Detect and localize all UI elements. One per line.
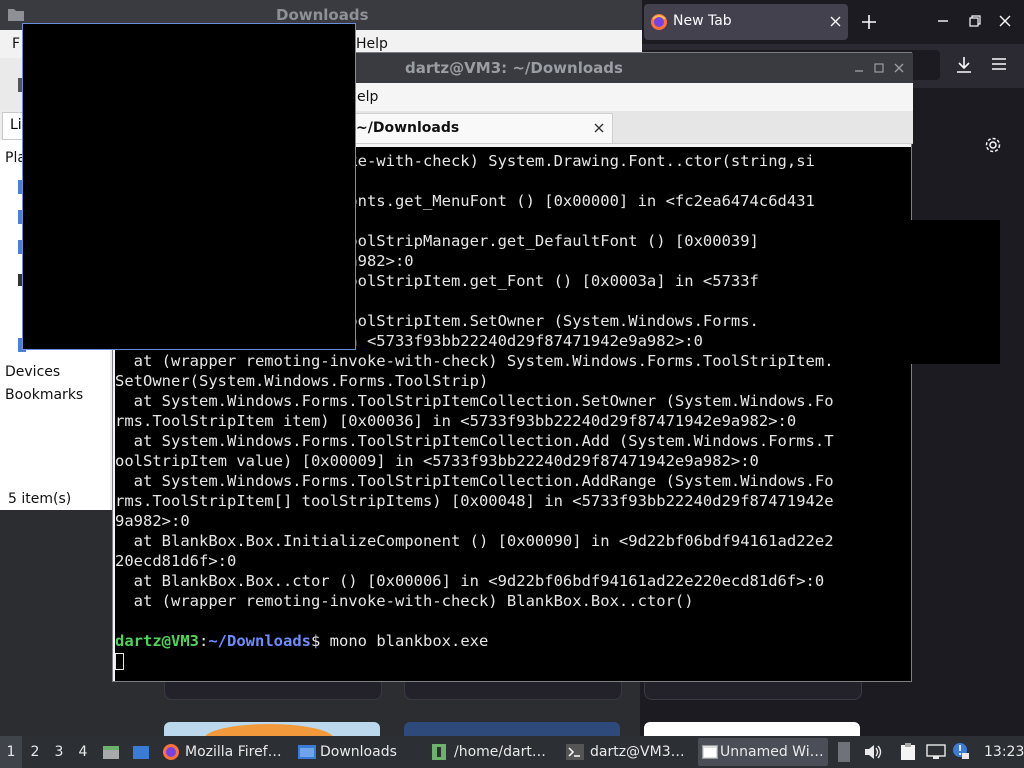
folder-icon (8, 7, 24, 21)
terminal-line: at System.Windows.Forms.ToolStripItemCol… (115, 432, 834, 450)
menu-help[interactable]: Help (356, 36, 388, 52)
firefox-logo-icon (650, 13, 668, 31)
taskbar: 1 2 3 4 Mozilla Firef… Downloads /home/d… (0, 736, 1024, 768)
close-window-icon[interactable] (894, 63, 904, 73)
clipboard-icon[interactable] (900, 743, 916, 761)
shortcut-thumbnail[interactable] (164, 722, 380, 736)
sidebar-item-devices[interactable]: Devices (5, 364, 60, 380)
terminal-line: at (wrapper remoting-invoke-with-check) … (115, 592, 694, 610)
sidebar-item-bookmarks[interactable]: Bookmarks (5, 387, 83, 403)
terminal-line: at BlankBox.Box.InitializeComponent () [… (115, 532, 834, 550)
menu-file[interactable]: F (12, 36, 20, 52)
folder-icon (431, 743, 447, 761)
show-desktop-icon[interactable] (132, 743, 150, 761)
folder-icon (298, 744, 316, 760)
taskbar-item-terminal[interactable]: dartz@VM3… (562, 738, 692, 766)
update-icon[interactable] (952, 742, 970, 760)
terminal-line: rms.ToolStripItem[] toolStripItems) [0x0… (115, 492, 834, 510)
terminal-icon (566, 744, 584, 760)
terminal-line: at System.Windows.Forms.ToolStripItemCol… (115, 472, 834, 490)
workspace-2[interactable]: 2 (24, 736, 46, 768)
menu-help[interactable]: elp (357, 89, 378, 105)
clock: 13:23 (984, 744, 1024, 760)
minimize-icon[interactable] (937, 15, 949, 27)
window-icon (702, 745, 718, 759)
terminal-line: 9a982>:0 (115, 512, 190, 530)
terminal-line: 20ecd81d6f>:0 (115, 552, 237, 570)
firefox-tab-label: New Tab (673, 13, 732, 29)
black-overlay-window[interactable] (880, 220, 1000, 364)
firefox-tabstrip: New Tab (640, 0, 1024, 44)
file-manager-launcher-icon[interactable] (102, 743, 120, 761)
shortcut-thumbnail[interactable] (644, 722, 860, 736)
settings-gear-icon[interactable] (984, 136, 1002, 154)
workspace-4[interactable]: 4 (72, 736, 94, 768)
maximize-icon[interactable] (874, 63, 884, 73)
network-icon[interactable] (926, 744, 946, 760)
terminal-line: at (wrapper remoting-invoke-with-check) … (115, 352, 834, 370)
close-window-icon[interactable] (999, 15, 1011, 27)
status-text: 5 item(s) (8, 491, 72, 507)
maximize-icon[interactable] (969, 15, 981, 27)
close-tab-icon[interactable] (830, 16, 841, 27)
prompt-user-host: dartz@VM3 (115, 632, 199, 650)
terminal-line: SetOwner(System.Windows.Forms.ToolStrip) (115, 372, 489, 390)
blankbox-window[interactable] (22, 23, 356, 350)
scroll-handle[interactable] (838, 742, 850, 762)
taskbar-item-firefox[interactable]: Mozilla Firef… (158, 738, 290, 766)
prompt-command: mono blankbox.exe (320, 632, 489, 650)
terminal-cursor (115, 653, 124, 670)
close-tab-icon[interactable] (594, 123, 604, 133)
terminal-title: dartz@VM3: ~/Downloads (405, 59, 623, 77)
taskbar-item-downloads[interactable]: Downloads (294, 738, 420, 766)
shortcut-thumbnail[interactable] (404, 722, 620, 736)
volume-icon[interactable] (864, 744, 882, 760)
minimize-icon[interactable] (854, 63, 864, 73)
terminal-tab-label: ~/Downloads (356, 120, 460, 136)
prompt-separator: : (199, 632, 209, 650)
workspace-3[interactable]: 3 (48, 736, 70, 768)
taskbar-item-unnamed-window[interactable]: Unnamed Wi… (698, 738, 828, 766)
workspace-1[interactable]: 1 (0, 736, 22, 768)
new-tab-icon[interactable] (862, 15, 876, 29)
prompt-dollar: $ (311, 632, 321, 650)
download-icon[interactable] (956, 56, 972, 74)
file-manager-title: Downloads (276, 6, 369, 24)
terminal-line: at BlankBox.Box..ctor () [0x00006] in <9… (115, 572, 825, 590)
menu-icon[interactable] (992, 58, 1006, 70)
terminal-line: oolStripItem value) [0x00009] in <5733f9… (115, 452, 759, 470)
terminal-line: rms.ToolStripItem item) [0x00036] in <57… (115, 412, 797, 430)
taskbar-item-home-folder[interactable]: /home/dart… (428, 738, 554, 766)
prompt-path: ~/Downloads (208, 632, 311, 650)
firefox-logo-icon (162, 743, 180, 761)
terminal-line: at System.Windows.Forms.ToolStripItemCol… (115, 392, 834, 410)
terminal-prompt-line: dartz@VM3:~/Downloads$ mono blankbox.exe (115, 631, 488, 651)
firefox-tab[interactable]: New Tab (644, 4, 848, 40)
